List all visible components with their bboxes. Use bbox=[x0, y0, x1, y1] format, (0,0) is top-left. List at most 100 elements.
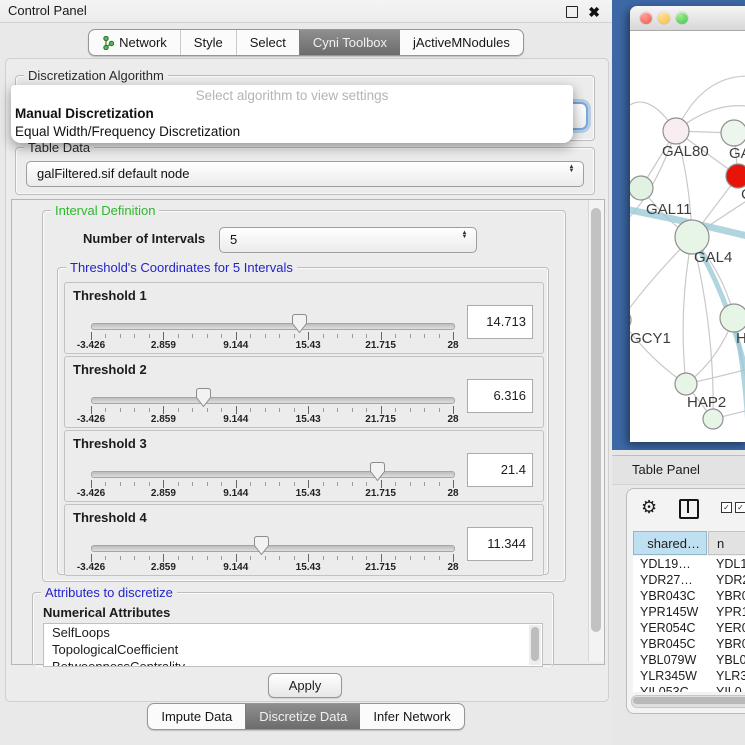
column-layout-icon[interactable] bbox=[679, 499, 699, 519]
threshold-value-field[interactable]: 11.344 bbox=[467, 527, 533, 561]
slider-tick bbox=[265, 556, 266, 560]
list-item[interactable]: TopologicalCoefficient bbox=[44, 641, 542, 658]
network-node[interactable] bbox=[675, 373, 697, 395]
network-node-label: GAL80 bbox=[662, 143, 709, 160]
threshold-label: Threshold 2 bbox=[73, 362, 147, 377]
slider-thumb[interactable] bbox=[196, 388, 211, 407]
network-edge[interactable] bbox=[683, 237, 692, 384]
tab-cyni-toolbox[interactable]: Cyni Toolbox bbox=[299, 30, 400, 55]
slider-thumb[interactable] bbox=[292, 314, 307, 333]
network-canvas[interactable]: GAL80GACGAL11GAL4GCY1HHAP2 bbox=[630, 30, 745, 442]
table-row[interactable]: YPR145WYPR1 bbox=[633, 604, 745, 620]
scrollbar-thumb[interactable] bbox=[633, 697, 745, 704]
table-row[interactable]: YDR27…YDR2 bbox=[633, 572, 745, 588]
slider-tick bbox=[294, 556, 295, 560]
network-node[interactable] bbox=[630, 310, 631, 330]
slider-tick bbox=[105, 482, 106, 486]
slider-tick bbox=[105, 408, 106, 412]
network-node[interactable] bbox=[726, 164, 745, 188]
slider-scale-label: 9.144 bbox=[223, 488, 248, 499]
tab-network[interactable]: Network bbox=[89, 30, 180, 55]
slider-tick bbox=[381, 406, 382, 414]
tab-select[interactable]: Select bbox=[236, 30, 299, 55]
network-node-label: C bbox=[741, 186, 745, 203]
number-of-intervals-combobox[interactable]: 5 ▲ ▼ bbox=[219, 227, 477, 253]
table-data-combobox[interactable]: galFiltered.sif default node ▲ ▼ bbox=[26, 161, 584, 187]
slider-scale-label: 15.43 bbox=[296, 340, 321, 351]
select-checkbox-icon[interactable]: ✓ bbox=[721, 502, 732, 513]
threshold-value-field[interactable]: 6.316 bbox=[467, 379, 533, 413]
slider-scale-label: 21.715 bbox=[365, 488, 396, 499]
scrollbar-thumb[interactable] bbox=[591, 208, 601, 632]
slider-track[interactable] bbox=[91, 471, 455, 478]
slider-tick bbox=[294, 482, 295, 486]
slider-scale-label: 2.859 bbox=[151, 488, 176, 499]
apply-button[interactable]: Apply bbox=[268, 673, 342, 698]
slider-scale-label: 2.859 bbox=[151, 414, 176, 425]
list-item[interactable]: BetweennessCentrality bbox=[44, 658, 542, 667]
table-row[interactable]: YLR345WYLR3 bbox=[633, 668, 745, 684]
tab-infer-network[interactable]: Infer Network bbox=[360, 704, 463, 729]
list-item[interactable]: SelfLoops bbox=[44, 624, 542, 641]
slider-track[interactable] bbox=[91, 323, 455, 330]
table-row[interactable]: YIL053CYIL0 bbox=[633, 684, 745, 692]
popup-item-manual-discretization[interactable]: Manual Discretization bbox=[11, 105, 573, 123]
gear-icon[interactable]: ⚙ bbox=[641, 497, 657, 518]
network-node[interactable] bbox=[720, 304, 745, 332]
network-node[interactable] bbox=[663, 118, 689, 144]
group-title: Attributes to discretize bbox=[41, 585, 177, 600]
list-vertical-scrollbar[interactable] bbox=[529, 625, 541, 665]
threshold-value-field[interactable]: 21.4 bbox=[467, 453, 533, 487]
popup-item-equal-width-frequency[interactable]: Equal Width/Frequency Discretization bbox=[11, 123, 573, 141]
slider-scale-labels: -3.4262.8599.14415.4321.71528 bbox=[91, 562, 453, 573]
slider-thumb[interactable] bbox=[254, 536, 269, 555]
slider-track[interactable] bbox=[91, 545, 455, 552]
select-checkbox-icon[interactable]: ✓ bbox=[735, 502, 745, 513]
network-node[interactable] bbox=[630, 176, 653, 200]
slider-scale-label: -3.426 bbox=[77, 414, 105, 425]
table-row[interactable]: YBR045CYBR0 bbox=[633, 636, 745, 652]
panel-vertical-scrollbar[interactable] bbox=[588, 200, 604, 662]
stepper-arrows-icon: ▲ ▼ bbox=[460, 231, 469, 239]
slider-scale-label: 21.715 bbox=[365, 414, 396, 425]
network-node[interactable] bbox=[703, 409, 723, 429]
mac-close-icon[interactable] bbox=[640, 12, 652, 24]
tab-impute-data[interactable]: Impute Data bbox=[148, 704, 245, 729]
slider-tick bbox=[294, 408, 295, 412]
slider-track[interactable] bbox=[91, 397, 455, 404]
table-row[interactable]: YER054CYER0 bbox=[633, 620, 745, 636]
slider-tick bbox=[207, 482, 208, 486]
popup-placeholder: Select algorithm to view settings bbox=[11, 85, 573, 105]
network-window-titlebar[interactable] bbox=[630, 6, 745, 31]
slider-tick bbox=[120, 482, 121, 486]
slider-tick bbox=[178, 334, 179, 338]
column-header-name[interactable]: n bbox=[708, 531, 745, 555]
slider-tick bbox=[192, 482, 193, 486]
slider-scale-label: 28 bbox=[447, 414, 458, 425]
slider-tick bbox=[149, 334, 150, 338]
table-row[interactable]: YDL19…YDL1 bbox=[633, 556, 745, 572]
group-title: Interval Definition bbox=[51, 203, 159, 218]
table-row[interactable]: YBL079WYBL0 bbox=[633, 652, 745, 668]
tab-style[interactable]: Style bbox=[180, 30, 236, 55]
table-row[interactable]: YBR043CYBR0 bbox=[633, 588, 745, 604]
numerical-attributes-label: Numerical Attributes bbox=[43, 605, 170, 620]
slider-tick bbox=[265, 408, 266, 412]
cyni-mode-tab-bar: Impute Data Discretize Data Infer Networ… bbox=[0, 703, 612, 730]
mac-minimize-icon[interactable] bbox=[658, 12, 670, 24]
threshold-value-field[interactable]: 14.713 bbox=[467, 305, 533, 339]
slider-tick bbox=[120, 334, 121, 338]
mac-zoom-icon[interactable] bbox=[676, 12, 688, 24]
network-node[interactable] bbox=[721, 120, 745, 146]
slider-tick bbox=[323, 334, 324, 338]
slider-tick bbox=[265, 334, 266, 338]
tab-label: Discretize Data bbox=[259, 704, 347, 729]
column-header-shared-name[interactable]: shared… bbox=[633, 531, 707, 555]
slider-thumb[interactable] bbox=[370, 462, 385, 481]
tab-jactivemnodules[interactable]: jActiveMNodules bbox=[400, 30, 523, 55]
float-window-icon[interactable] bbox=[566, 6, 578, 18]
slider-tick bbox=[439, 556, 440, 560]
tab-discretize-data[interactable]: Discretize Data bbox=[245, 704, 360, 729]
table-horizontal-scrollbar[interactable] bbox=[631, 695, 745, 708]
close-icon[interactable]: ✖ bbox=[588, 1, 600, 23]
